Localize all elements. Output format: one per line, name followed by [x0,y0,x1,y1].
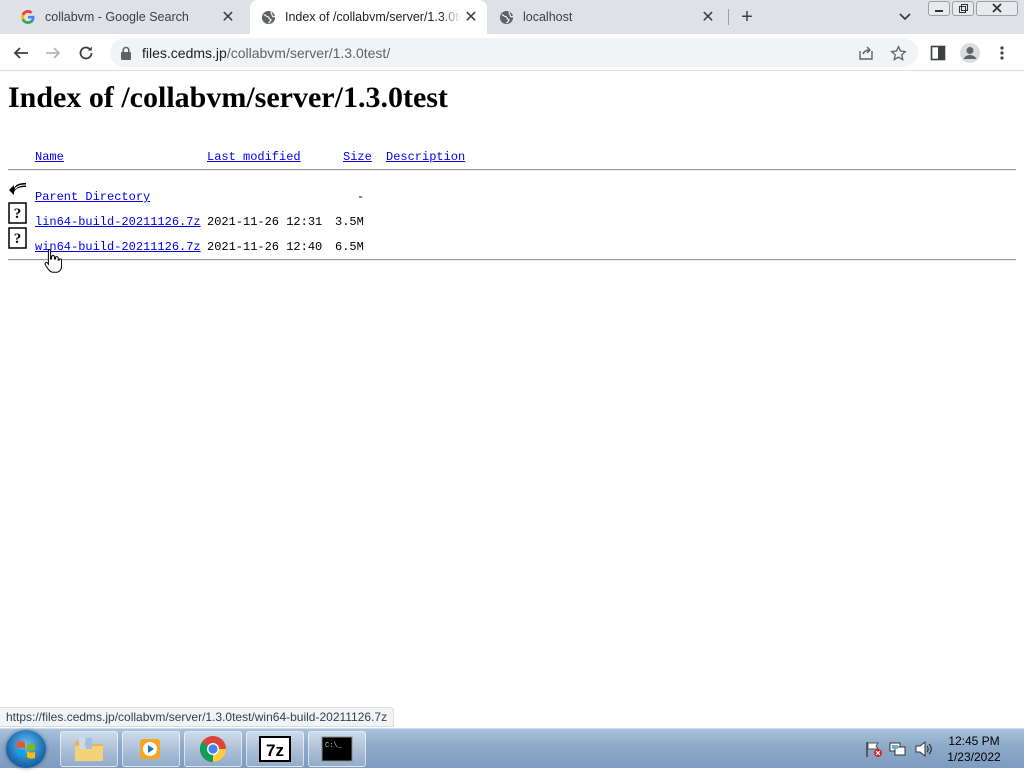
clock-date: 1/23/2022 [947,750,1001,764]
taskbar-command-prompt[interactable]: C:\_ [308,731,366,767]
action-center-flag-icon[interactable] [864,740,884,758]
browser-toolbar: files.cedms.jp/collabvm/server/1.3.0test… [0,34,1024,71]
close-icon[interactable]: ✕ [698,7,718,27]
more-menu-icon[interactable] [992,43,1012,63]
clock-time: 12:45 PM [948,734,1000,748]
tab-search-chevron-icon[interactable] [895,8,915,26]
back-button[interactable] [8,40,34,66]
tab-index-of-collabvm[interactable]: Index of /collabvm/server/1.3.0test ✕ [250,0,487,34]
start-button[interactable] [6,730,46,768]
windows-taskbar: 7z C:\_ 12:45 PM 1/23/2022 [0,728,1024,768]
close-icon[interactable]: ✕ [218,7,238,27]
divider [8,259,1016,261]
close-icon[interactable]: ✕ [461,7,481,27]
list-item: ? lin64-build-20211126.7z 2021-11-26 12:… [8,202,1018,233]
taskbar-7zip[interactable]: 7z [246,731,304,767]
reload-button[interactable] [73,40,99,66]
svg-text:7z: 7z [266,741,284,760]
close-window-button[interactable] [976,1,1018,16]
list-item: ? win64-build-20211126.7z 2021-11-26 12:… [8,227,1018,258]
folder-icon [75,737,103,761]
file-size: 3.5M [335,215,364,229]
url-text: files.cedms.jp/collabvm/server/1.3.0test… [142,45,390,61]
page-title: Index of /collabvm/server/1.3.0test [8,81,448,114]
file-modified: 2021-11-26 12:31 [207,215,323,229]
sort-by-name-link[interactable]: Name [35,150,64,164]
unknown-file-icon: ? [8,202,27,224]
tab-title: Index of /collabvm/server/1.3.0test [285,10,461,24]
status-bubble: https://files.cedms.jp/collabvm/server/1… [0,707,395,727]
new-tab-button[interactable]: + [735,6,759,28]
parent-directory-link[interactable]: Parent Directory [35,190,150,204]
tab-title: collabvm - Google Search [45,10,189,24]
side-panel-icon[interactable] [928,43,948,63]
unknown-file-icon: ? [8,227,27,249]
taskbar-google-chrome[interactable] [184,731,242,767]
taskbar-media-player[interactable] [122,731,180,767]
file-size: 6.5M [335,240,364,254]
sort-by-size-link[interactable]: Size [343,150,372,164]
page-content: Index of /collabvm/server/1.3.0test Name… [0,72,1024,706]
svg-text:?: ? [14,206,22,222]
7zip-icon: 7z [259,736,291,762]
profile-avatar-icon[interactable] [958,43,982,63]
bookmark-star-icon[interactable] [888,43,908,63]
url-path: /collabvm/server/1.3.0test/ [226,44,391,61]
address-bar[interactable]: files.cedms.jp/collabvm/server/1.3.0test… [110,38,918,67]
file-modified: 2021-11-26 12:40 [207,240,323,254]
taskbar-clock[interactable]: 12:45 PM 1/23/2022 [936,733,1012,765]
tab-google-search[interactable]: collabvm - Google Search ✕ [0,0,248,34]
list-item: Parent Directory - [8,183,1018,208]
taskbar-windows-explorer[interactable] [60,731,118,767]
command-prompt-icon: C:\_ [321,736,353,762]
lock-icon[interactable] [120,46,132,60]
tab-localhost[interactable]: localhost ✕ [488,0,728,34]
svg-text:?: ? [14,231,22,247]
google-g-icon [20,9,36,25]
listing-header: Name Last modified Size Description [8,148,1018,168]
share-icon[interactable] [856,43,876,63]
file-size: - [357,190,365,204]
file-link[interactable]: lin64-build-20211126.7z [35,215,201,229]
network-icon[interactable] [888,740,908,758]
tab-separator [728,9,729,25]
chrome-icon [199,736,226,763]
restore-button[interactable] [952,1,974,16]
sort-by-description-link[interactable]: Description [386,150,465,164]
divider [8,169,1016,171]
globe-icon [260,9,276,25]
forward-button[interactable] [40,40,66,66]
sort-by-modified-link[interactable]: Last modified [207,150,301,164]
media-player-icon [140,739,160,759]
hand-pointer-icon [44,248,62,273]
minimize-button[interactable] [928,1,950,16]
globe-icon [498,9,514,25]
url-host: files.cedms.jp [142,44,227,61]
volume-icon[interactable] [914,740,934,758]
tab-strip: collabvm - Google Search ✕ Index of /col… [0,0,1024,34]
tab-title: localhost [523,10,573,24]
back-arrow-icon [9,183,27,195]
windows-logo-icon [17,741,35,759]
svg-text:C:\_: C:\_ [325,742,343,750]
